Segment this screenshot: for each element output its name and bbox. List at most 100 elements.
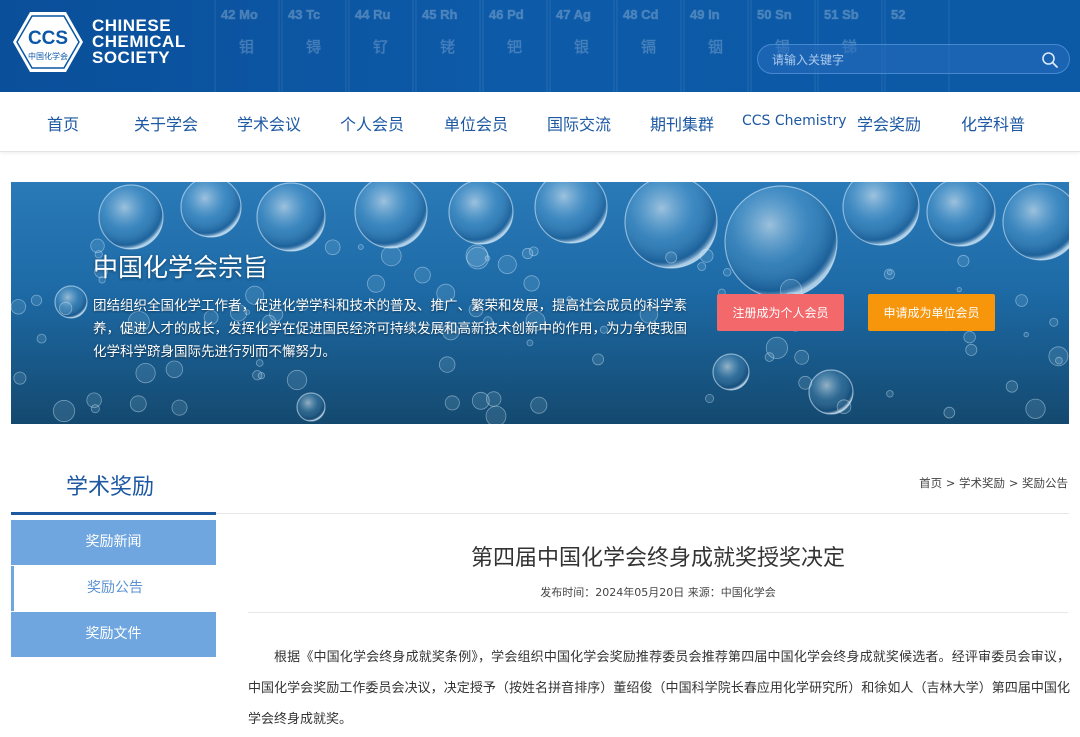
nav-about[interactable]: 关于学会 (134, 111, 198, 135)
small-bubble (357, 244, 364, 250)
small-bubble (129, 395, 147, 413)
small-bubble (963, 330, 976, 344)
search-box (757, 44, 1070, 74)
small-bubble (324, 239, 341, 256)
article-meta: 发布时间：2024年05月20日 来源：中国化学会 (540, 586, 776, 599)
bubble (54, 285, 88, 319)
nav-individual-members[interactable]: 个人会员 (340, 111, 404, 135)
element-symbol: 45 Rh (422, 7, 457, 22)
small-bubble (286, 369, 308, 391)
svg-text:CCS: CCS (28, 28, 68, 49)
bubble (98, 184, 164, 250)
small-bubble (52, 399, 76, 423)
nav-unit-members[interactable]: 单位会员 (444, 111, 508, 135)
small-bubble (1049, 317, 1059, 327)
small-bubble (697, 262, 707, 271)
element-chinese-name: 镉 (641, 38, 656, 56)
bubble (256, 182, 326, 252)
logo-wordmark: CHINESE CHEMICAL SOCIETY (92, 16, 186, 67)
element-chinese-name: 银 (574, 38, 589, 56)
element-symbol: 47 Ag (556, 7, 591, 22)
small-bubble (1015, 294, 1028, 307)
sidebar-title-underline (11, 512, 216, 515)
small-bubble (798, 375, 813, 390)
bubble (354, 182, 428, 249)
element-chinese-name: 铑 (440, 38, 455, 56)
article-divider (248, 612, 1068, 613)
bubble (724, 185, 838, 299)
nav-home[interactable]: 首页 (47, 111, 79, 135)
nav-conferences[interactable]: 学术会议 (237, 111, 301, 135)
small-bubble (530, 396, 548, 414)
small-bubble (13, 371, 27, 385)
small-bubble (965, 343, 978, 356)
small-bubble (30, 294, 43, 306)
small-bubble (11, 299, 27, 315)
ccs-logo-icon: CCS 中国化学会 (13, 12, 83, 72)
bubble (712, 353, 750, 391)
svg-text:中国化学会: 中国化学会 (28, 51, 68, 61)
small-bubble (59, 301, 73, 316)
small-bubble (765, 336, 789, 359)
element-symbol: 46 Pd (489, 7, 524, 22)
small-bubble (171, 399, 188, 416)
element-chinese-name: 钼 (239, 38, 254, 56)
small-bubble (665, 251, 678, 264)
sidebar-title: 学术奖励 (66, 475, 155, 500)
small-bubble (523, 275, 540, 292)
bubble (296, 392, 326, 422)
banner-title: 中国化学会宗旨 (93, 253, 269, 282)
small-bubble (521, 247, 534, 260)
small-bubble (1023, 331, 1029, 338)
nav-international[interactable]: 国际交流 (547, 111, 611, 135)
element-symbol: 49 In (690, 7, 720, 22)
search-input[interactable] (772, 50, 1032, 70)
small-bubble (380, 245, 402, 267)
site-logo[interactable]: CCS 中国化学会 CHINESE CHEMICAL SOCIETY (12, 10, 186, 74)
bubble (926, 182, 996, 247)
small-bubble (471, 391, 490, 410)
small-bubble (883, 268, 895, 280)
nav-ccs-chemistry[interactable]: CCS Chemistry (742, 113, 847, 129)
sidebar-item-award-news[interactable]: 奖励新闻 (11, 520, 216, 565)
register-individual-member-button[interactable]: 注册成为个人会员 (717, 294, 844, 331)
element-symbol: 42 Mo (221, 7, 258, 22)
element-chinese-name: 钌 (373, 38, 388, 56)
small-bubble (497, 255, 517, 275)
small-bubble (705, 393, 715, 403)
element-symbol: 51 Sb (824, 7, 859, 22)
nav-science-popularization[interactable]: 化学科普 (961, 111, 1025, 135)
small-bubble (366, 274, 385, 293)
element-chinese-name: 钯 (507, 38, 522, 56)
small-bubble (36, 333, 47, 344)
small-bubble (943, 406, 956, 419)
small-bubble (414, 266, 431, 284)
article-body: 根据《中国化学会终身成就奖条例》，学会组织中国化学会奖励推荐委员会推荐第四届中国… (248, 650, 1070, 727)
element-symbol: 48 Cd (623, 7, 658, 22)
element-symbol: 44 Ru (355, 7, 390, 22)
search-icon[interactable] (1041, 51, 1059, 69)
sidebar-item-award-announcements[interactable]: 奖励公告 (11, 566, 216, 611)
apply-unit-member-button[interactable]: 申请成为单位会员 (868, 294, 995, 331)
small-bubble (135, 363, 156, 384)
small-bubble (699, 248, 714, 263)
bubble (180, 182, 242, 238)
sidebar-item-award-documents[interactable]: 奖励文件 (11, 612, 216, 657)
small-bubble (444, 395, 460, 411)
small-bubble (886, 390, 894, 398)
nav-journals[interactable]: 期刊集群 (650, 111, 714, 135)
element-chinese-name: 锝 (306, 38, 321, 56)
small-bubble (465, 244, 489, 267)
bubble (448, 182, 514, 245)
banner-mission-text: 团结组织全国化学工作者，促进化学学科和技术的普及、推广、繁荣和发展，提高社会成员… (93, 298, 687, 360)
site-header: 42 Mo 钼 43 Tc 锝 44 Ru 钌 45 Rh 铑 46 Pd 钯 47 Ag 银 48 C… (0, 0, 1080, 92)
small-bubble (90, 404, 100, 414)
small-bubble (956, 287, 962, 293)
nav-awards[interactable]: 学会奖励 (857, 111, 921, 135)
breadcrumb[interactable]: 首页 > 学术奖励 > 奖励公告 (919, 475, 1068, 491)
small-bubble (1005, 380, 1019, 393)
element-symbol: 52 (891, 7, 905, 22)
main-nav: 首页 关于学会 学术会议 个人会员 单位会员 国际交流 期刊集群 CCS Che… (0, 92, 1080, 152)
small-bubble (794, 349, 810, 365)
small-bubble (252, 370, 263, 381)
